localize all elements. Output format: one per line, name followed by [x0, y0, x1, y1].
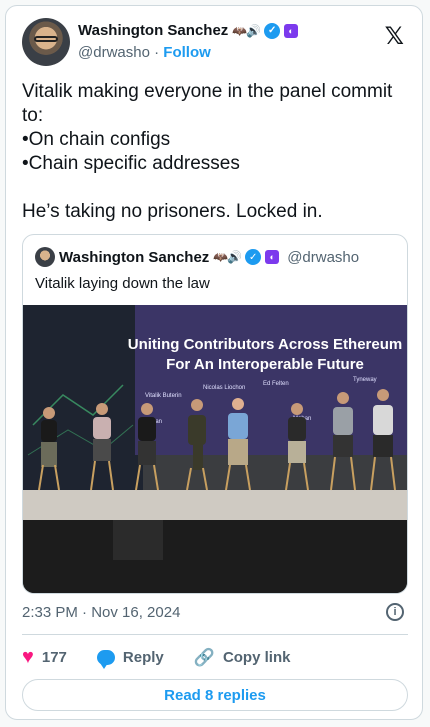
- banner-line-1: Uniting Contributors Across Ethereum: [128, 336, 402, 353]
- quoted-badges: 🦇🔊: [213, 250, 242, 264]
- read-replies-button[interactable]: Read 8 replies: [22, 679, 408, 711]
- author-handle[interactable]: @drwasho: [78, 44, 150, 61]
- info-icon[interactable]: i: [386, 603, 404, 621]
- quoted-author-handle: @drwasho: [287, 248, 360, 266]
- name-tag-1: Vitalik Buterin: [145, 393, 182, 399]
- like-count: 177: [41, 649, 67, 666]
- reply-bubble-icon: [96, 650, 115, 669]
- bat-sound-badges: 🦇🔊: [232, 23, 261, 38]
- author-name[interactable]: Washington Sanchez: [78, 22, 228, 39]
- link-icon: 🔗: [193, 647, 215, 667]
- quoted-text: Vitalik laying down the law: [35, 275, 210, 292]
- quoted-affiliate-badge-icon: ◐: [265, 250, 280, 264]
- separator: ·: [154, 44, 160, 61]
- affiliate-badge-icon[interactable]: ◐: [284, 23, 299, 38]
- tweet-text: Vitalik making everyone in the panel com…: [22, 81, 393, 222]
- name-tag-4: Tyneway: [353, 377, 377, 383]
- copy-link-label: Copy link: [222, 649, 291, 666]
- name-tag-3: Ed Felten: [263, 381, 289, 387]
- x-logo-icon[interactable]: 𝕏: [385, 22, 404, 50]
- quoted-header: Washington Sanchez 🦇🔊 ✓ ◐ @drwasho: [35, 247, 359, 267]
- name-tag-2: Nicolas Liochon: [203, 385, 245, 391]
- copy-link-button[interactable]: 🔗 Copy link: [194, 648, 291, 668]
- tweet-timestamp[interactable]: 2:33 PM · Nov 16, 2024: [22, 604, 180, 621]
- quoted-avatar: [35, 247, 55, 267]
- heart-icon: ♥: [22, 646, 34, 668]
- panel-photo[interactable]: Uniting Contributors Across Ethereum For…: [23, 305, 407, 593]
- divider: [22, 634, 408, 635]
- banner-line-2: For An Interoperable Future: [166, 356, 364, 373]
- action-bar: ♥ 177 Reply 🔗 Copy link: [22, 646, 320, 669]
- reply-label: Reply: [122, 649, 164, 666]
- reply-button[interactable]: Reply: [96, 649, 164, 669]
- author-avatar[interactable]: [22, 18, 70, 66]
- verified-icon: ✓: [264, 22, 281, 39]
- quoted-author-name: Washington Sanchez: [59, 248, 210, 266]
- tweet-card: Washington Sanchez 🦇🔊 ✓ ◐ @drwasho · Fol…: [5, 5, 423, 720]
- author-handle-row: @drwasho · Follow: [78, 44, 211, 61]
- quoted-tweet[interactable]: Washington Sanchez 🦇🔊 ✓ ◐ @drwasho Vital…: [22, 234, 408, 594]
- follow-button[interactable]: Follow: [163, 44, 211, 61]
- author-name-row: Washington Sanchez 🦇🔊 ✓ ◐: [78, 22, 299, 39]
- like-button[interactable]: ♥ 177: [22, 646, 67, 669]
- quoted-verified-icon: ✓: [245, 249, 262, 265]
